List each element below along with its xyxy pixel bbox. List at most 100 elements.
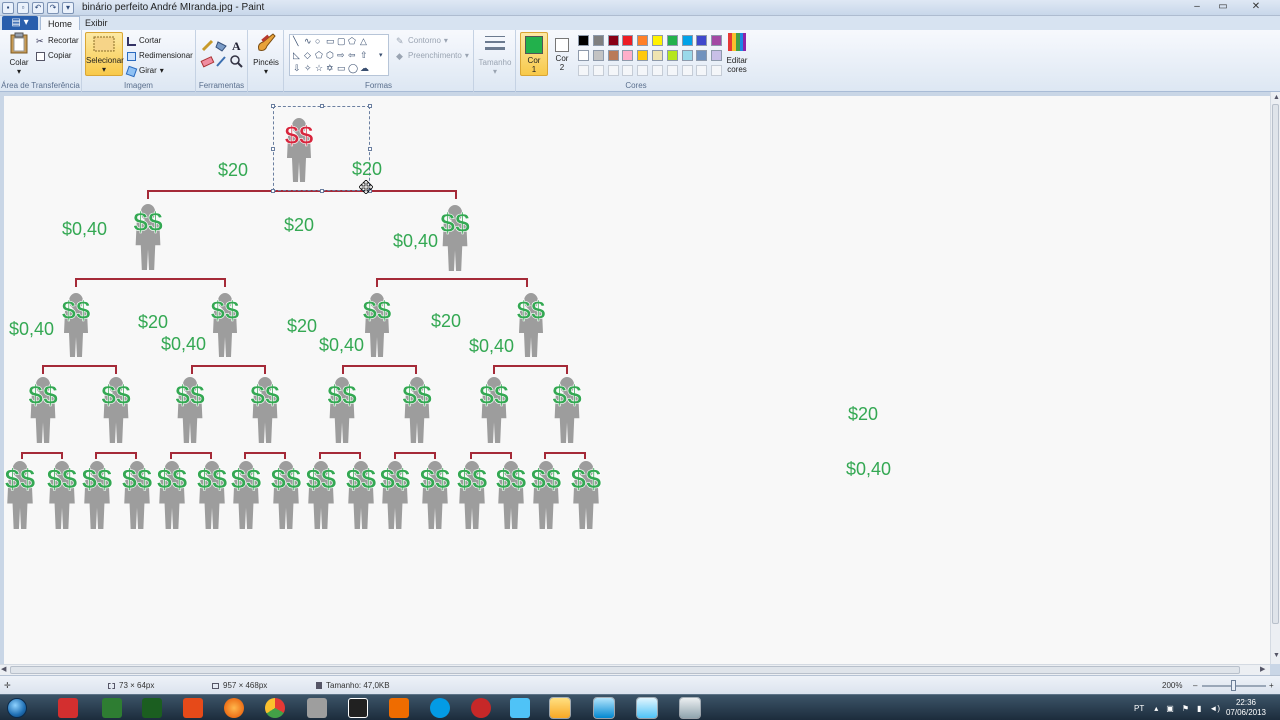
- resize-button[interactable]: Redimensionar: [127, 50, 193, 62]
- taskbar-app-red-icon[interactable]: [58, 698, 78, 718]
- rounded-rect-shape-icon[interactable]: ▢: [337, 37, 346, 46]
- zoom-slider-thumb[interactable]: [1231, 680, 1236, 691]
- palette-empty-swatch[interactable]: [696, 65, 708, 76]
- line-shape-icon[interactable]: ╲: [293, 37, 298, 46]
- arrow-up-shape-icon[interactable]: ⇧: [360, 51, 368, 60]
- magnifier-icon[interactable]: [230, 55, 243, 68]
- network-icon[interactable]: ▮: [1197, 704, 1201, 713]
- pencil-icon[interactable]: [201, 39, 214, 52]
- palette-color-swatch[interactable]: [711, 50, 723, 61]
- media-player-icon[interactable]: [389, 698, 409, 718]
- tab-view[interactable]: Exibir: [78, 16, 115, 30]
- vertical-scroll-thumb[interactable]: [1272, 104, 1279, 624]
- palette-empty-swatch[interactable]: [711, 65, 723, 76]
- taskbar-app-character-icon[interactable]: [307, 698, 327, 718]
- palette-color-swatch[interactable]: [592, 35, 604, 46]
- horizontal-scrollbar[interactable]: ◀ ▶: [0, 664, 1270, 675]
- redo-icon[interactable]: ↷: [47, 2, 59, 14]
- paste-button[interactable]: Colar ▾: [6, 32, 32, 76]
- scroll-left-icon[interactable]: ◀: [1, 666, 6, 674]
- palette-color-swatch[interactable]: [681, 35, 693, 46]
- polygon-shape-icon[interactable]: ⬠: [348, 37, 356, 46]
- scroll-down-icon[interactable]: ▼: [1273, 652, 1280, 660]
- taskbar-app-dots-icon[interactable]: [142, 698, 162, 718]
- minimize-button[interactable]: –: [1184, 0, 1210, 14]
- palette-color-swatch[interactable]: [666, 35, 678, 46]
- chrome-icon[interactable]: [265, 698, 285, 718]
- scroll-right-icon[interactable]: ▶: [1260, 666, 1265, 674]
- color2-button[interactable]: Cor 2: [550, 32, 574, 72]
- explorer-folder-icon[interactable]: [549, 697, 571, 719]
- zoom-out-button[interactable]: –: [1193, 681, 1197, 690]
- selection-handle-w[interactable]: [271, 147, 275, 151]
- crop-button[interactable]: Cortar: [127, 35, 161, 47]
- customize-qa-chevron-icon[interactable]: ▾: [62, 2, 74, 14]
- palette-color-swatch[interactable]: [637, 35, 649, 46]
- language-indicator[interactable]: PT: [1134, 704, 1144, 713]
- palette-color-swatch[interactable]: [652, 35, 663, 46]
- palette-empty-swatch[interactable]: [637, 65, 649, 76]
- palette-color-swatch[interactable]: [637, 50, 649, 61]
- rotate-button[interactable]: Girar ▾: [125, 65, 164, 77]
- palette-color-swatch[interactable]: [696, 35, 708, 46]
- tray-app-icon[interactable]: ▣: [1166, 704, 1174, 713]
- zoom-in-button[interactable]: +: [1269, 681, 1274, 690]
- firefox-icon[interactable]: [224, 698, 244, 718]
- callout-rect-shape-icon[interactable]: ▭: [337, 64, 346, 73]
- palette-color-swatch[interactable]: [666, 50, 678, 61]
- diamond-shape-icon[interactable]: ◇: [304, 51, 311, 60]
- save-icon[interactable]: ▫: [17, 2, 29, 14]
- size-button[interactable]: Tamanho ▾: [478, 32, 512, 76]
- selection-handle-e[interactable]: [368, 147, 372, 151]
- edit-colors-button[interactable]: Editar cores: [722, 32, 752, 74]
- taskbar-clock[interactable]: 22:36 07/06/2013: [1226, 698, 1266, 718]
- maximize-button[interactable]: ▭: [1210, 0, 1236, 14]
- canvas-area[interactable]: $$ $$ $$ $$ $$ $$ $$ $$ $$ $$ $$ $$ $$ $$ $$ $$ $$ $$ $$ $$…: [0, 92, 1270, 664]
- horizontal-scroll-thumb[interactable]: [10, 666, 1240, 674]
- text-tool-icon[interactable]: A: [232, 39, 241, 53]
- scroll-up-icon[interactable]: ▲: [1273, 94, 1280, 102]
- rectangle-shape-icon[interactable]: ▭: [326, 37, 335, 46]
- pentagon-shape-icon[interactable]: ⬠: [315, 51, 323, 60]
- outline-button[interactable]: ✎ Contorno ▾: [396, 35, 448, 47]
- cut-button[interactable]: ✂ Recortar: [36, 35, 79, 47]
- volume-icon[interactable]: ◄): [1209, 704, 1220, 713]
- palette-color-swatch[interactable]: [622, 35, 634, 46]
- palette-color-swatch[interactable]: [622, 50, 634, 61]
- shapes-more-chevron-icon[interactable]: ▾: [379, 51, 383, 60]
- eraser-icon[interactable]: [200, 56, 215, 68]
- color1-button[interactable]: Cor 1: [520, 32, 548, 76]
- select-button[interactable]: Selecionar ▾: [85, 32, 124, 76]
- selection-handle-n[interactable]: [320, 104, 324, 108]
- close-button[interactable]: ✕: [1236, 0, 1276, 14]
- selection-handle-sw[interactable]: [271, 189, 275, 193]
- taskbar-app-winrar-icon[interactable]: [348, 698, 368, 718]
- right-triangle-shape-icon[interactable]: ◺: [293, 51, 300, 60]
- palette-color-swatch[interactable]: [592, 50, 604, 61]
- tab-home[interactable]: Home: [40, 16, 81, 30]
- callout-cloud-shape-icon[interactable]: ☁: [360, 64, 369, 73]
- fill-bucket-icon[interactable]: [215, 41, 227, 52]
- paint-taskbar-icon[interactable]: [593, 697, 615, 719]
- undo-icon[interactable]: ↶: [32, 2, 44, 14]
- palette-empty-swatch[interactable]: [622, 65, 634, 76]
- shapes-gallery[interactable]: ╲ ∿ ○ ▭ ▢ ⬠ △ ◺ ◇ ⬠ ⬡ ⇨ ⇦ ⇧ ⇩ ✧ ☆ ✡ ▭ ◯ …: [289, 34, 389, 76]
- vertical-scrollbar[interactable]: ▲ ▼: [1270, 92, 1280, 664]
- triangle-shape-icon[interactable]: △: [360, 37, 367, 46]
- palette-empty-swatch[interactable]: [666, 65, 678, 76]
- palette-color-swatch[interactable]: [711, 35, 723, 46]
- palette-color-swatch[interactable]: [696, 50, 708, 61]
- palette-color-swatch[interactable]: [607, 35, 619, 46]
- tray-expand-icon[interactable]: ▴: [1154, 704, 1158, 713]
- curve-shape-icon[interactable]: ∿: [304, 37, 312, 46]
- palette-empty-swatch[interactable]: [607, 65, 619, 76]
- hexagon-shape-icon[interactable]: ⬡: [326, 51, 334, 60]
- palette-color-swatch[interactable]: [681, 50, 693, 61]
- file-menu-button[interactable]: ▤ ▾: [2, 16, 38, 30]
- oval-shape-icon[interactable]: ○: [315, 37, 320, 46]
- color-picker-icon[interactable]: [216, 56, 226, 67]
- taskbar-app-camera-icon[interactable]: [679, 697, 701, 719]
- arrow-right-shape-icon[interactable]: ⇨: [337, 51, 345, 60]
- palette-empty-swatch[interactable]: [681, 65, 693, 76]
- tray-flag-icon[interactable]: ⚑: [1182, 704, 1189, 713]
